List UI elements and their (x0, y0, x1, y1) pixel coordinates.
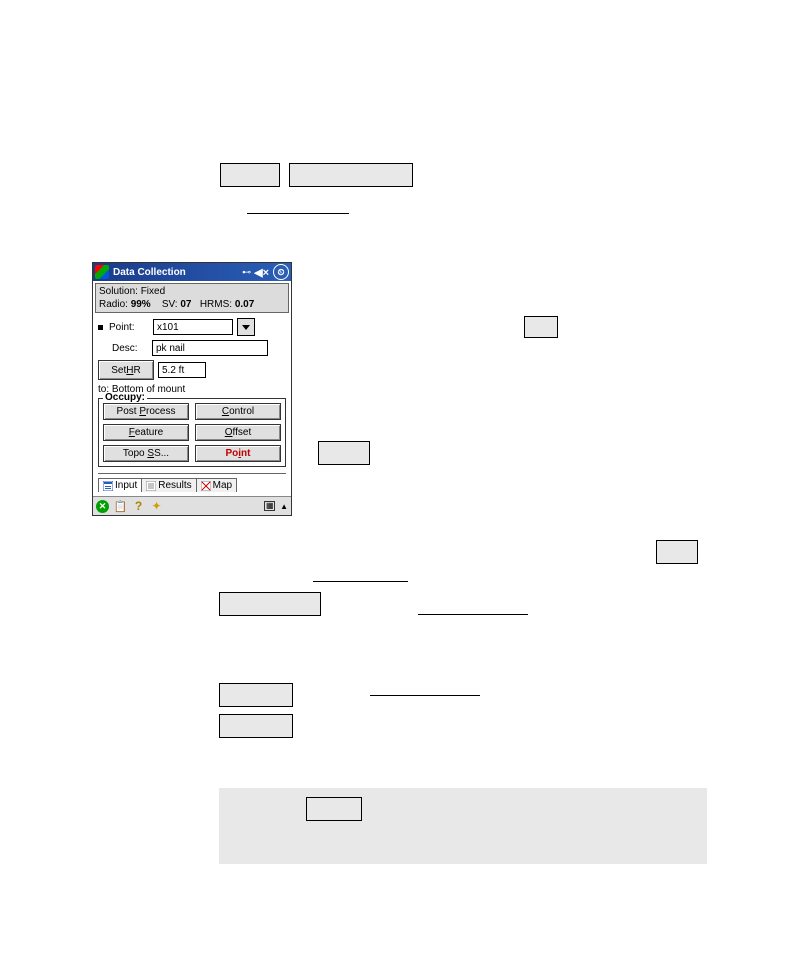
placeholder-box (219, 592, 321, 616)
set-hr-button[interactable]: Set HR (98, 360, 154, 380)
desc-row: Desc: (98, 340, 286, 356)
status-panel: Solution: Fixed Radio: 99% SV: 07 HRMS: … (95, 283, 289, 313)
point-dropdown-button[interactable] (237, 318, 255, 336)
topo-ss-button[interactable]: Topo SS... (103, 445, 189, 462)
placeholder-box (289, 163, 413, 187)
tab-results-label: Results (158, 480, 191, 491)
bottom-toolbar: ✕ 📋 ? ✦ ▦ ▲ (93, 496, 291, 515)
placeholder-box (524, 316, 558, 338)
occupy-group: Occupy: Post Process Control Feature Off… (98, 398, 286, 467)
windows-flag-icon (95, 265, 109, 279)
window-title: Data Collection (113, 267, 242, 278)
point-button[interactable]: Point (195, 445, 281, 462)
underline (313, 580, 408, 582)
pda-device: Data Collection ⊷ ◀× ⏲ Solution: Fixed R… (92, 262, 292, 516)
clipboard-icon[interactable]: 📋 (114, 500, 127, 513)
results-tab-icon (146, 481, 156, 491)
offset-button[interactable]: Offset (195, 424, 281, 441)
sv-value: 07 (180, 299, 191, 310)
speaker-icon[interactable]: ◀× (254, 266, 269, 279)
solution-label: Solution: (99, 286, 138, 297)
placeholder-box (219, 683, 293, 707)
tab-map[interactable]: Map (196, 478, 237, 492)
close-icon[interactable]: ⏲ (273, 264, 289, 280)
point-row: Point: (98, 318, 286, 336)
underline (418, 613, 528, 615)
placeholder-box (318, 441, 370, 465)
tab-input-label: Input (115, 480, 137, 491)
hr-row: Set HR (98, 360, 286, 380)
help-icon[interactable]: ? (132, 500, 145, 513)
solution-value: Fixed (141, 286, 165, 297)
favorite-icon[interactable]: ✦ (150, 500, 163, 513)
pda-titlebar: Data Collection ⊷ ◀× ⏲ (93, 263, 291, 281)
map-tab-icon (201, 481, 211, 491)
feature-button[interactable]: Feature (103, 424, 189, 441)
tab-bar: Input Results Map (98, 473, 286, 492)
bullet-icon (98, 325, 103, 330)
keyboard-icon[interactable]: ▦ (264, 501, 275, 511)
underline (247, 212, 349, 214)
hrms-label: HRMS: (200, 299, 232, 310)
point-label: Point: (109, 322, 149, 333)
placeholder-box (220, 163, 280, 187)
desc-input[interactable] (152, 340, 268, 356)
post-process-button[interactable]: Post Process (103, 403, 189, 420)
hr-input[interactable] (158, 362, 206, 378)
occupy-legend: Occupy: (103, 392, 147, 403)
tab-map-label: Map (213, 480, 232, 491)
hrms-value: 0.07 (235, 299, 254, 310)
sv-label: SV: (162, 299, 178, 310)
connectivity-icon: ⊷ (242, 267, 250, 278)
pda-body: Point: Desc: Set HR to: Bottom of mount … (93, 315, 291, 496)
placeholder-box (219, 714, 293, 738)
radio-label: Radio: (99, 299, 128, 310)
desc-label: Desc: (112, 343, 148, 354)
control-button[interactable]: Control (195, 403, 281, 420)
cancel-icon[interactable]: ✕ (96, 500, 109, 513)
up-arrow-icon[interactable]: ▲ (280, 502, 288, 511)
underline (370, 694, 480, 696)
placeholder-box (656, 540, 698, 564)
tab-input[interactable]: Input (98, 478, 142, 492)
placeholder-box (306, 797, 362, 821)
radio-value: 99% (131, 299, 151, 310)
input-tab-icon (103, 481, 113, 491)
point-input[interactable] (153, 319, 233, 335)
tab-results[interactable]: Results (141, 478, 196, 492)
gray-block (219, 788, 707, 864)
